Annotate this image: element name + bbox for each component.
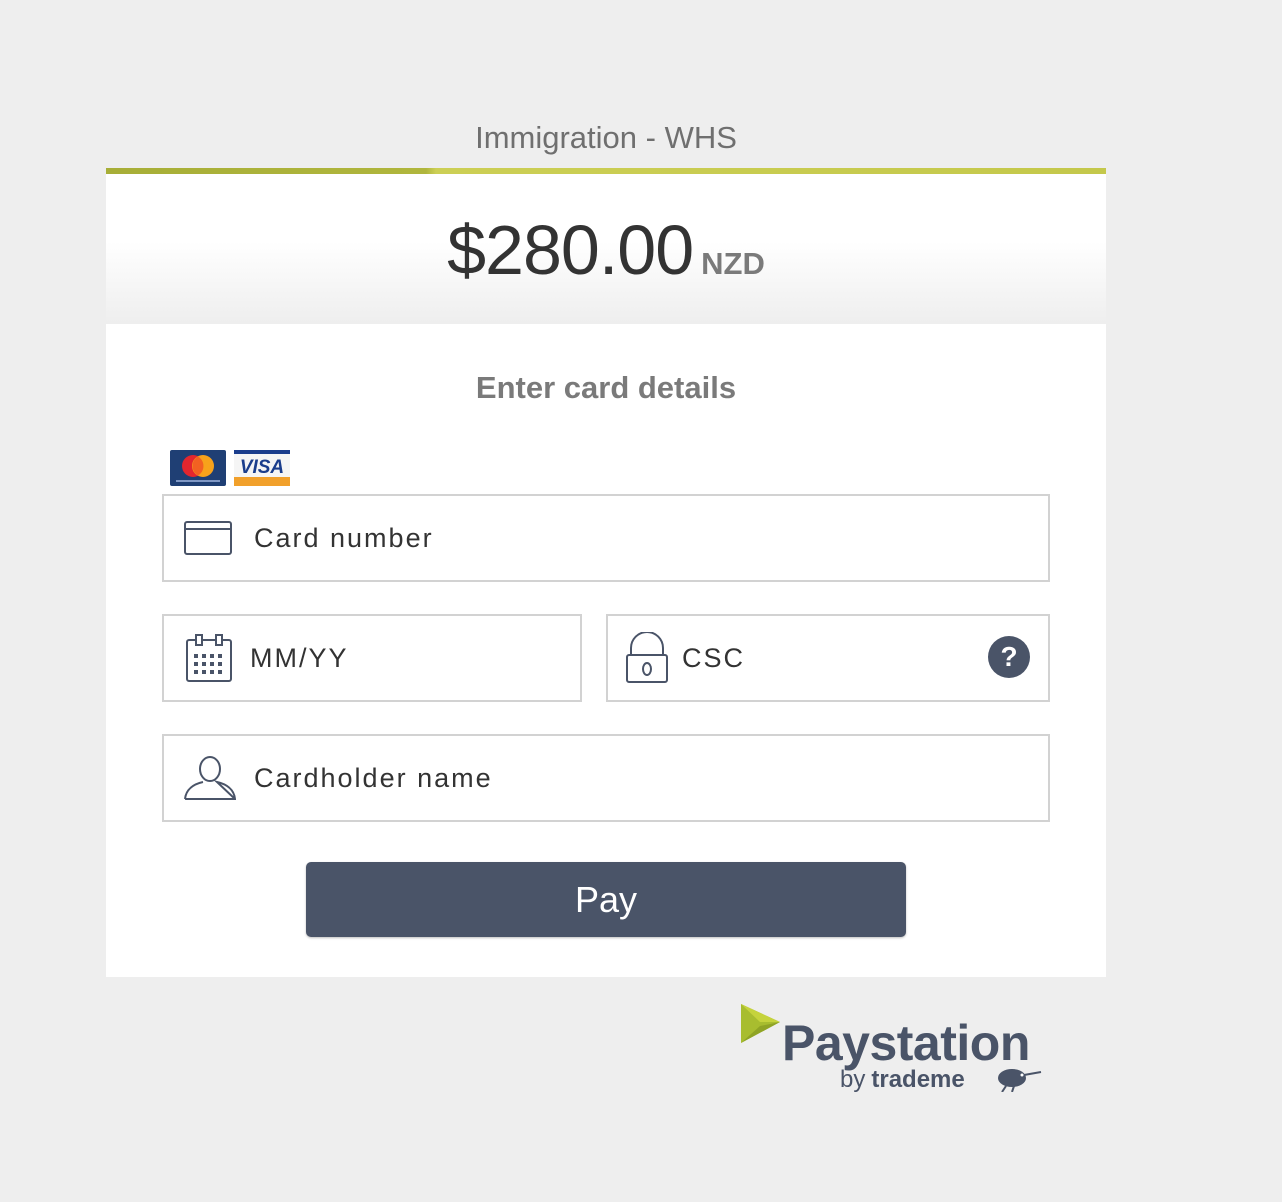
user-icon bbox=[184, 756, 236, 800]
calendar-icon bbox=[186, 634, 232, 682]
payment-amount: $280.00 bbox=[447, 211, 694, 289]
credit-card-icon bbox=[184, 521, 232, 555]
trademe-wordmark: trademe bbox=[871, 1066, 965, 1093]
mastercard-logo bbox=[170, 450, 226, 486]
pay-button[interactable]: Pay bbox=[306, 862, 906, 937]
paystation-logo[interactable]: Paystation by trademe bbox=[736, 1000, 1046, 1100]
csc-field[interactable]: CSC ? bbox=[606, 614, 1050, 702]
visa-logo: VISA bbox=[234, 450, 290, 486]
card-number-field[interactable]: Card number bbox=[162, 494, 1050, 582]
play-icon bbox=[741, 1004, 780, 1043]
csc-help-icon[interactable]: ? bbox=[988, 636, 1030, 678]
card-number-placeholder: Card number bbox=[254, 523, 434, 553]
payment-currency: NZD bbox=[701, 246, 765, 281]
cardholder-name-placeholder: Cardholder name bbox=[254, 763, 493, 793]
lock-icon bbox=[626, 632, 668, 683]
card-details-panel: Enter card details VISA Card number MM/Y… bbox=[106, 324, 1106, 977]
paystation-wordmark: Paystation bbox=[782, 1015, 1030, 1071]
csc-placeholder: CSC bbox=[682, 643, 746, 673]
kiwi-icon bbox=[998, 1069, 1042, 1092]
visa-logo-text: VISA bbox=[240, 457, 284, 478]
cardholder-name-field[interactable]: Cardholder name bbox=[162, 734, 1050, 822]
amount-header: $280.00 NZD bbox=[106, 174, 1106, 324]
section-title: Enter card details bbox=[475, 370, 737, 405]
expiry-placeholder: MM/YY bbox=[250, 643, 349, 673]
byline: by trademe bbox=[840, 1066, 965, 1094]
expiry-field[interactable]: MM/YY bbox=[162, 614, 582, 702]
byline-by: by bbox=[840, 1066, 866, 1093]
merchant-name: Immigration - WHS bbox=[475, 120, 737, 155]
